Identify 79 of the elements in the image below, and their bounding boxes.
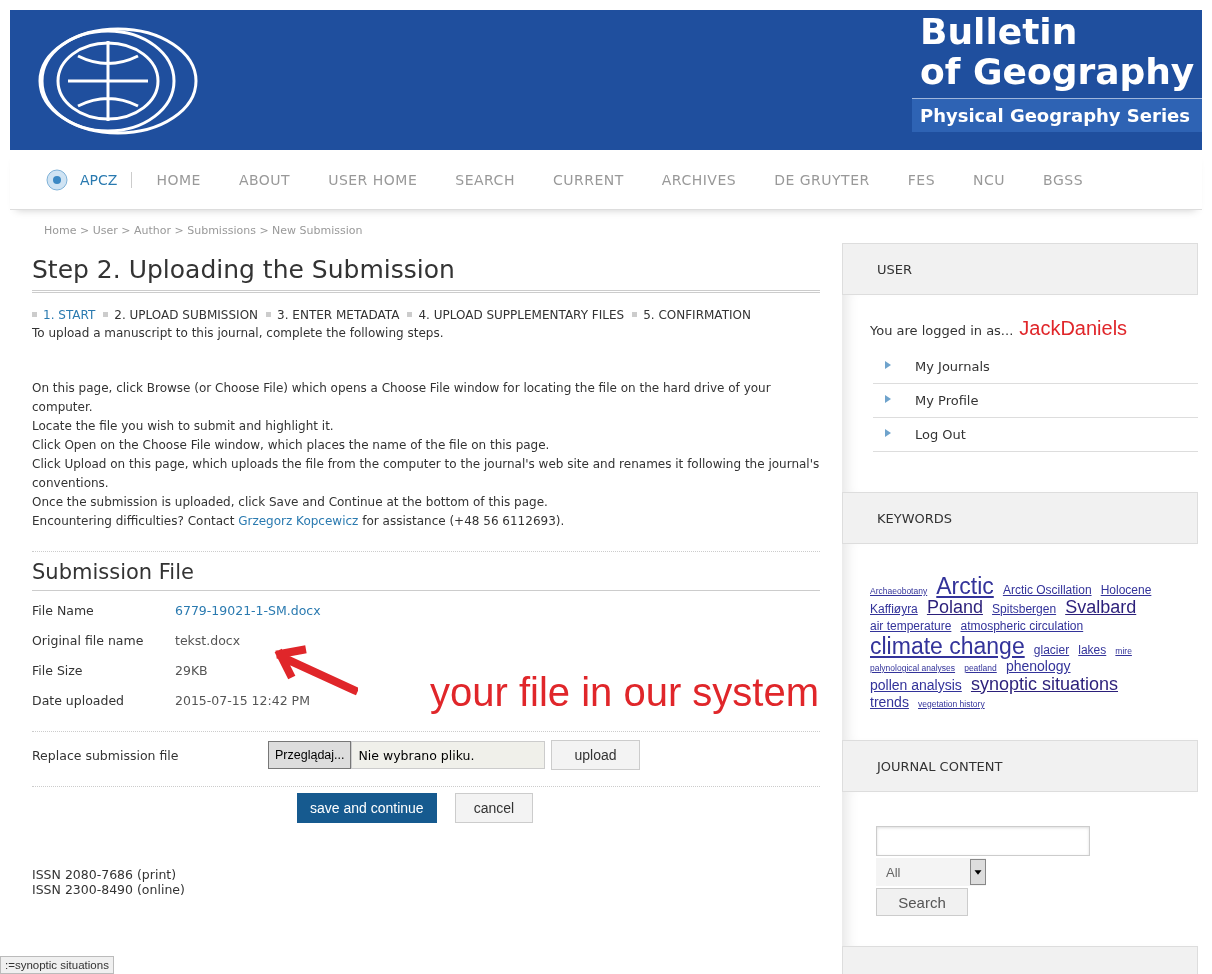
series-title: Physical Geography Series: [912, 98, 1202, 132]
search-button[interactable]: Search: [876, 888, 968, 917]
contact-text: Encountering difficulties? Contact Grzegorz Kopcewicz for assistance (+48 56 6112693).: [32, 513, 566, 530]
keyword-link[interactable]: climate change: [870, 632, 1025, 659]
keyword-link[interactable]: peatland: [964, 662, 997, 673]
issn-text: ISSN 2300-8490 (online): [32, 882, 186, 897]
keyword-link[interactable]: air temperature: [870, 619, 952, 634]
upload-button[interactable]: upload: [551, 740, 640, 770]
field-label: File Size: [32, 662, 84, 678]
keyword-link[interactable]: Spitsbergen: [992, 602, 1057, 617]
username-text: JackDaniels: [1019, 317, 1128, 339]
step-label: 2. UPLOAD SUBMISSION: [114, 308, 259, 322]
keyword-link[interactable]: trends: [870, 693, 909, 710]
field-label: Date uploaded: [32, 692, 126, 708]
keyword-link[interactable]: Poland: [926, 597, 983, 618]
intro-text: To upload a manuscript to this journal, complete the following steps.: [32, 325, 445, 342]
keyword-link[interactable]: pollen analysis: [870, 676, 962, 693]
step-bullet-icon: [103, 312, 109, 317]
step-bullet-icon: [632, 312, 638, 317]
keyword-link[interactable]: Holocene: [1100, 583, 1152, 597]
instruction-text: On this page, click Browse (or Choose File) which opens a Choose File window for locating the file on the hard drive of your computer.: [32, 380, 772, 416]
bullet-icon: [885, 360, 891, 369]
step-label: 1. START: [43, 308, 96, 322]
keyword-link[interactable]: vegetation history: [918, 698, 985, 709]
breadcrumb: Home > User > Author > Submissions > New Submission: [44, 224, 364, 237]
logged-in-text: You are logged in as...: [870, 323, 1014, 338]
annotation-text: your file in our system: [430, 670, 820, 715]
scope-dropdown[interactable]: All: [876, 858, 986, 887]
instruction-text: Locate the file you wish to submit and highlight it.: [32, 418, 335, 435]
search-field[interactable]: [876, 826, 1090, 857]
page-title: Step 2. Uploading the Submission: [32, 255, 820, 293]
globe-icon: [46, 168, 68, 191]
keyword-link[interactable]: atmospheric circulation: [960, 619, 1084, 634]
keyword-link[interactable]: Svalbard: [1065, 597, 1137, 618]
file-status: Nie wybrano pliku.: [351, 741, 546, 769]
user-menu-link[interactable]: My Journals: [873, 350, 1198, 384]
instruction-text: Click Open on the Choose File window, which places the name of the file on this page.: [32, 437, 551, 454]
bullet-icon: [885, 394, 891, 403]
cancel-button[interactable]: cancel: [454, 793, 534, 823]
field-label: Replace submission file: [32, 747, 180, 763]
sidebar-heading: USER: [842, 243, 1198, 295]
contact-link[interactable]: Grzegorz Kopcewicz: [238, 514, 359, 528]
user-menu-link[interactable]: My Profile: [873, 384, 1198, 418]
keyword-link[interactable]: Arctic Oscillation: [1002, 583, 1092, 597]
step-label: 5. CONFIRMATION: [643, 308, 751, 322]
brand-link[interactable]: APCZ: [80, 171, 133, 188]
save-continue-button[interactable]: save and continue: [297, 793, 437, 823]
step-label: 4. UPLOAD SUPPLEMENTARY FILES: [418, 308, 625, 322]
step-label: 3. ENTER METADATA: [277, 308, 400, 322]
keyword-link[interactable]: Arctic: [936, 573, 994, 599]
instruction-text: Click Upload on this page, which uploads the file from the computer to the journal's web site and renames it following the journal's conventions.: [32, 456, 820, 492]
keyword-link[interactable]: mire: [1115, 645, 1132, 656]
field-label: File Name: [32, 602, 95, 618]
status-bar: :=synoptic situations: [0, 956, 114, 974]
journal-title: of Geography: [919, 52, 1195, 92]
field-label: Original file name: [32, 632, 145, 648]
sidebar-heading: KEYWORDS: [842, 492, 1198, 544]
instruction-text: Once the submission is uploaded, click Save and Continue at the bottom of this page.: [32, 494, 549, 511]
field-value: 29KB: [175, 662, 208, 678]
section-title: Submission File: [32, 560, 820, 591]
file-link[interactable]: 6779-19021-1-SM.docx: [175, 602, 321, 618]
sidebar-heading: JOURNAL CONTENT: [842, 740, 1198, 793]
dropdown-caret-icon: [970, 859, 986, 886]
journal-title: Bulletin: [919, 12, 1078, 52]
field-value: 2015-07-15 12:42 PM: [175, 692, 310, 708]
keyword-link[interactable]: lakes: [1078, 642, 1107, 657]
keyword-link[interactable]: glacier: [1033, 642, 1070, 657]
keyword-link[interactable]: Archaeobotany: [870, 586, 928, 596]
issn-text: ISSN 2080-7686 (print): [32, 867, 178, 882]
browse-button[interactable]: Przeglądaj...: [268, 741, 352, 769]
bullet-icon: [885, 428, 891, 437]
step-bullet-icon: [407, 312, 413, 317]
keyword-link[interactable]: Kaffiøyra: [870, 602, 918, 617]
user-menu-link[interactable]: Log Out: [873, 418, 1198, 452]
keyword-link[interactable]: synoptic situations: [970, 673, 1118, 694]
keyword-link[interactable]: palynological analyses: [870, 662, 956, 673]
step-bullet-icon: [32, 312, 37, 317]
step-bullet-icon: [266, 312, 272, 317]
field-value: tekst.docx: [175, 632, 241, 648]
